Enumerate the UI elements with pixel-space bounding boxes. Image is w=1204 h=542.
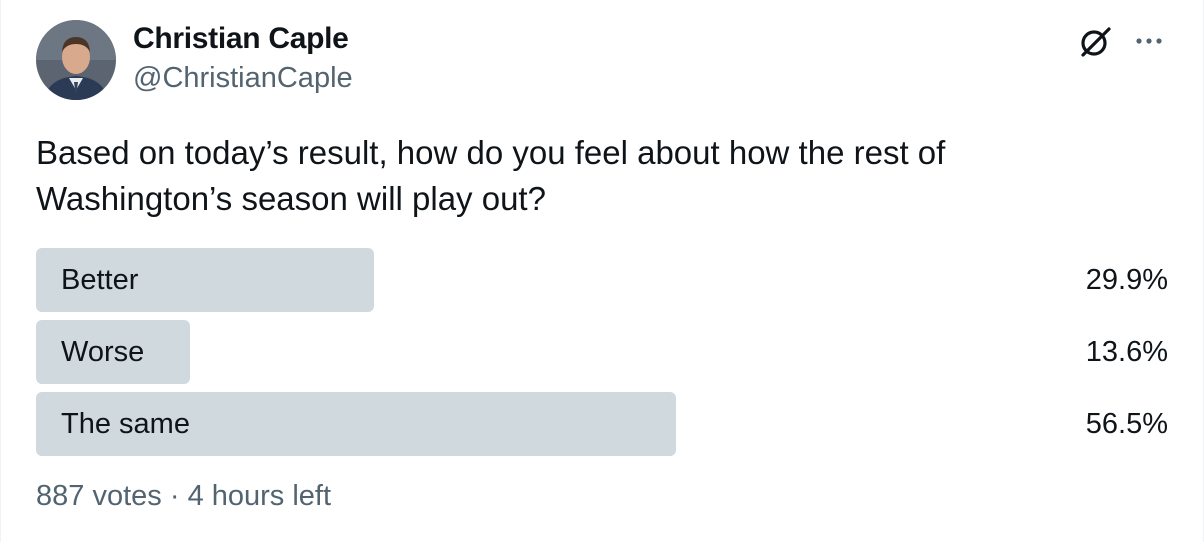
poll-option-worse: Worse 13.6%	[36, 320, 1170, 384]
poll-option-label: Better	[61, 264, 139, 296]
more-options-icon[interactable]	[1132, 30, 1166, 52]
tweet-text: Based on today’s result, how do you feel…	[36, 134, 946, 217]
poll-option-percent: 56.5%	[1085, 408, 1168, 440]
grok-icon[interactable]	[1078, 24, 1114, 60]
poll-option-label: The same	[61, 408, 190, 440]
author-handle[interactable]: @ChristianCaple	[133, 62, 353, 95]
poll-vote-count: 887 votes	[36, 480, 162, 512]
avatar-image	[36, 20, 116, 100]
poll: Better 29.9% Worse 13.6% The same 56.5%	[36, 248, 1170, 464]
poll-option-the-same: The same 56.5%	[36, 392, 1170, 456]
poll-option-percent: 13.6%	[1085, 336, 1168, 368]
avatar[interactable]	[36, 20, 116, 100]
poll-option-percent: 29.9%	[1085, 264, 1168, 296]
poll-meta-separator: ·	[169, 480, 180, 512]
author-display-name[interactable]: Christian Caple	[133, 22, 349, 56]
poll-option-label: Worse	[61, 336, 145, 368]
poll-option-better: Better 29.9%	[36, 248, 1170, 312]
poll-meta: 887 votes · 4 hours left	[36, 480, 331, 513]
tweet-card: Christian Caple @ChristianCaple Based on…	[0, 0, 1204, 542]
poll-time-left: 4 hours left	[187, 480, 332, 512]
